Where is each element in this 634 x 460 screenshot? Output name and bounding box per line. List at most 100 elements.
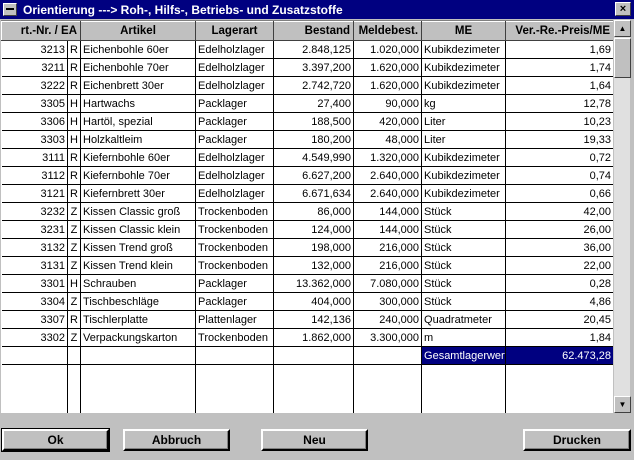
- table-row[interactable]: 3112 R Kiefernbohle 70er Edelholzlager 6.627…: [1, 166, 613, 185]
- cell-lagerart: Trockenboden: [195, 238, 275, 257]
- table-row[interactable]: 3222 R Eichenbrett 30er Edelholzlager 2.742,…: [1, 76, 613, 95]
- cell-bestand: 198,000: [273, 238, 355, 257]
- header-meldebest[interactable]: Meldebest.: [353, 21, 423, 41]
- empty-cell: [273, 346, 355, 365]
- cell-bestand: 404,000: [273, 292, 355, 311]
- scroll-up-arrow-icon[interactable]: ▲: [614, 20, 631, 37]
- table-row[interactable]: 3231 Z Kissen Classic klein Trockenboden 124…: [1, 220, 613, 239]
- cell-ea: R: [67, 310, 82, 329]
- cell-preis: 1,84: [505, 328, 613, 347]
- cell-artikel: Kiefernbrett 30er: [80, 184, 197, 203]
- cell-artnr: 3211: [1, 58, 68, 77]
- cell-bestand: 6.671,634: [273, 184, 355, 203]
- cell-artnr: 3131: [1, 256, 68, 275]
- system-menu-icon[interactable]: [3, 3, 17, 16]
- table-row[interactable]: 3304 Z Tischbeschläge Packlager 404,000 300,0…: [1, 292, 613, 311]
- cell-preis: 36,00: [505, 238, 613, 257]
- header-artnr[interactable]: rt.-Nr. / EA: [1, 21, 82, 41]
- total-label: Gesamtlagerwert: [421, 346, 507, 365]
- cell-meldebest: 300,000: [353, 292, 423, 311]
- cell-ea: H: [67, 112, 82, 131]
- table-row[interactable]: 3111 R Kiefernbohle 60er Edelholzlager 4.549…: [1, 148, 613, 167]
- cell-artikel: Kissen Trend klein: [80, 256, 197, 275]
- abbruch-button[interactable]: Abbruch: [123, 429, 230, 451]
- empty-cell: [80, 346, 197, 365]
- cell-bestand: 6.627,200: [273, 166, 355, 185]
- header-bestand[interactable]: Bestand: [273, 21, 355, 41]
- cell-me: Liter: [421, 112, 507, 131]
- table-row[interactable]: 3121 R Kiefernbrett 30er Edelholzlager 6.671…: [1, 184, 613, 203]
- cell-me: m: [421, 328, 507, 347]
- empty-cell: [353, 346, 423, 365]
- header-me[interactable]: ME: [421, 21, 507, 41]
- table-row[interactable]: 3303 H Holzkaltleim Packlager 180,200 48,000 L…: [1, 130, 613, 149]
- cell-me: Kubikdezimeter: [421, 184, 507, 203]
- cell-artnr: 3307: [1, 310, 68, 329]
- cell-lagerart: Plattenlager: [195, 310, 275, 329]
- header-lagerart[interactable]: Lagerart: [195, 21, 275, 41]
- cell-artikel: Kissen Classic klein: [80, 220, 197, 239]
- table-row[interactable]: 3301 H Schrauben Packlager 13.362,000 7.080,0…: [1, 274, 613, 293]
- cell-me: Liter: [421, 130, 507, 149]
- table-row[interactable]: 3302 Z Verpackungskarton Trockenboden 1.862,…: [1, 328, 613, 347]
- cell-artikel: Eichenbrett 30er: [80, 76, 197, 95]
- cell-meldebest: 48,000: [353, 130, 423, 149]
- cell-preis: 12,78: [505, 94, 613, 113]
- cell-lagerart: Edelholzlager: [195, 166, 275, 185]
- cell-bestand: 2.848,125: [273, 40, 355, 59]
- cell-artnr: 3222: [1, 76, 68, 95]
- cell-artikel: Kiefernbohle 70er: [80, 166, 197, 185]
- cell-meldebest: 7.080,000: [353, 274, 423, 293]
- cell-preis: 0,28: [505, 274, 613, 293]
- table-row[interactable]: 3213 R Eichenbohle 60er Edelholzlager 2.848,…: [1, 40, 613, 59]
- table-row[interactable]: 3132 Z Kissen Trend groß Trockenboden 198,00…: [1, 238, 613, 257]
- cell-bestand: 3.397,200: [273, 58, 355, 77]
- cell-lagerart: Packlager: [195, 112, 275, 131]
- cell-artnr: 3305: [1, 94, 68, 113]
- table-row[interactable]: 3307 R Tischlerplatte Plattenlager 142,136 24…: [1, 310, 613, 329]
- table-row[interactable]: 3232 Z Kissen Classic groß Trockenboden 86,0…: [1, 202, 613, 221]
- empty-cell: [195, 364, 275, 413]
- cell-artnr: 3306: [1, 112, 68, 131]
- table-row[interactable]: 3305 H Hartwachs Packlager 27,400 90,000 kg 12,…: [1, 94, 613, 113]
- neu-button[interactable]: Neu: [261, 429, 368, 451]
- cell-ea: R: [67, 184, 82, 203]
- drucken-button[interactable]: Drucken: [523, 429, 631, 451]
- cell-bestand: 180,200: [273, 130, 355, 149]
- empty-cell: [67, 364, 82, 413]
- cell-artikel: Eichenbohle 60er: [80, 40, 197, 59]
- cell-artikel: Kissen Classic groß: [80, 202, 197, 221]
- scroll-down-arrow-icon[interactable]: ▼: [614, 396, 631, 413]
- header-preis[interactable]: Ver.-Re.-Preis/ME: [505, 21, 613, 41]
- vertical-scrollbar[interactable]: ▲ ▼: [613, 20, 631, 413]
- cell-me: Stück: [421, 274, 507, 293]
- header-artikel[interactable]: Artikel: [80, 21, 197, 41]
- cell-ea: Z: [67, 256, 82, 275]
- cell-ea: H: [67, 130, 82, 149]
- cell-lagerart: Packlager: [195, 274, 275, 293]
- cell-ea: Z: [67, 220, 82, 239]
- empty-cell: [1, 346, 68, 365]
- empty-cell: [353, 364, 423, 413]
- total-value: 62.473,28: [505, 346, 613, 365]
- close-button[interactable]: ×: [615, 2, 631, 16]
- cell-ea: Z: [67, 328, 82, 347]
- table-row[interactable]: 3131 Z Kissen Trend klein Trockenboden 132,0…: [1, 256, 613, 275]
- cell-me: Stück: [421, 256, 507, 275]
- cell-lagerart: Edelholzlager: [195, 58, 275, 77]
- scroll-thumb[interactable]: [614, 38, 631, 78]
- cell-meldebest: 90,000: [353, 94, 423, 113]
- empty-cell: [1, 364, 68, 413]
- cell-bestand: 2.742,720: [273, 76, 355, 95]
- cell-bestand: 188,500: [273, 112, 355, 131]
- ok-button[interactable]: Ok: [1, 428, 110, 452]
- cell-meldebest: 420,000: [353, 112, 423, 131]
- cell-bestand: 27,400: [273, 94, 355, 113]
- cell-bestand: 4.549,990: [273, 148, 355, 167]
- table-row[interactable]: 3211 R Eichenbohle 70er Edelholzlager 3.397,…: [1, 58, 613, 77]
- cell-bestand: 124,000: [273, 220, 355, 239]
- cell-preis: 0,72: [505, 148, 613, 167]
- cell-me: Stück: [421, 202, 507, 221]
- table-row[interactable]: 3306 H Hartöl, spezial Packlager 188,500 420,…: [1, 112, 613, 131]
- cell-bestand: 1.862,000: [273, 328, 355, 347]
